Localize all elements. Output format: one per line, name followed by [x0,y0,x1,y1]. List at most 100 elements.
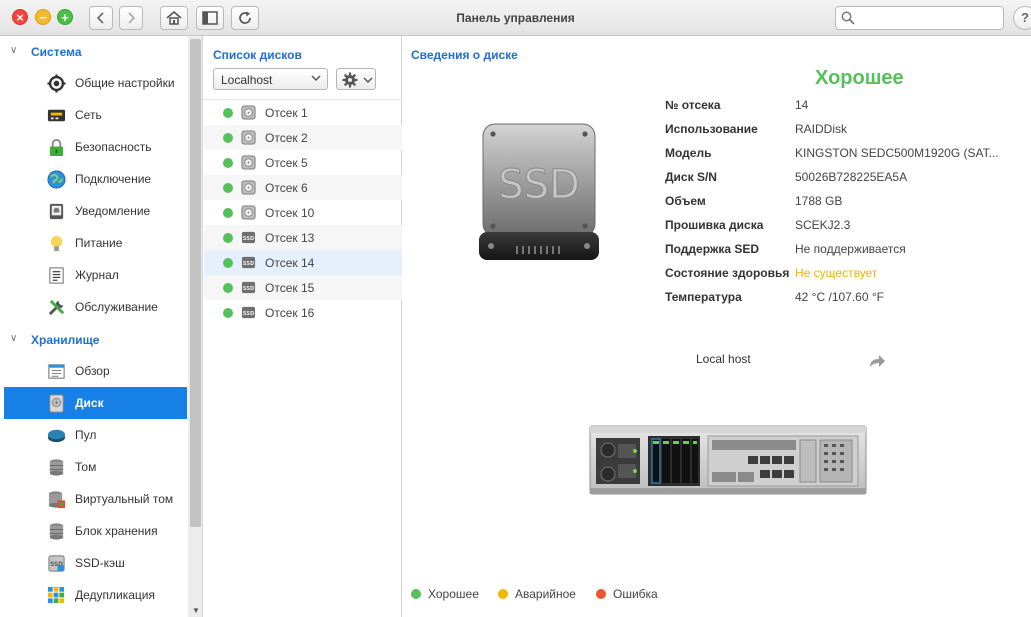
scrollbar-thumb[interactable] [190,39,201,527]
host-label: Local host [696,352,751,366]
toggle-sidebar-button[interactable] [196,6,224,30]
disk-info-key: Прошивка диска [665,218,764,232]
disk-row-label: Отсек 16 [265,306,315,320]
sidebar-item-disk[interactable]: Диск [4,387,187,419]
ssd-label: SSD [498,162,580,208]
disk-row[interactable]: Отсек 6 [204,175,402,200]
home-button[interactable] [160,6,188,30]
disk-info-row: Поддержка SED Не поддерживается [665,242,1025,260]
sidebar-item-label: Уведомление [75,204,151,218]
redirect-arrow-icon[interactable] [868,353,886,369]
back-button[interactable] [89,6,113,30]
svg-text:SSD: SSD [243,261,254,267]
disk-row[interactable]: Отсек 1 [204,100,402,125]
disk-row[interactable]: Отсек 10 [204,200,402,225]
disk-info-row: Диск S/N 50026B728225EA5A [665,170,1025,188]
sidebar-item-connection[interactable]: Подключение [4,163,187,195]
sidebar-item-power[interactable]: Питание [4,227,187,259]
search-icon [841,11,855,25]
sidebar-item-virtual-volume[interactable]: Виртуальный том [4,483,187,515]
sidebar-item-log[interactable]: Журнал [4,259,187,291]
hdd-icon [241,180,256,195]
scroll-down-arrow-icon[interactable]: ▼ [192,606,200,615]
disk-info-key: Поддержка SED [665,242,760,256]
close-window-button[interactable]: × [12,9,28,25]
sidebar-item-overview[interactable]: Обзор [4,355,187,387]
disk-info-key: Модель [665,146,712,160]
virtual-volume-icon [48,491,66,509]
minimize-window-button[interactable]: − [35,9,51,25]
ssd-cache-icon: SSD [48,555,65,572]
sidebar-item-storage-block[interactable]: Блок хранения [4,515,187,547]
sidebar-section-storage[interactable]: ∨ Хранилище [0,326,188,352]
sidebar-item-notification[interactable]: Уведомление [4,195,187,227]
disk-row[interactable]: SSD Отсек 16 [204,300,402,325]
legend-label: Аварийное [515,587,576,601]
disk-info-value: Не поддерживается [795,242,906,256]
disk-row[interactable]: SSD Отсек 13 [204,225,402,250]
disk-row[interactable]: SSD Отсек 15 [204,275,402,300]
sidebar-item-maintenance[interactable]: Обслуживание [4,291,187,323]
ssd-drive-icon: SSD [479,123,599,260]
status-dot-good [223,133,233,143]
status-dot-good [223,158,233,168]
disk-info-row: Объем 1788 GB [665,194,1025,212]
chevron-right-icon [128,12,136,24]
disk-row[interactable]: SSD Отсек 14 [204,250,402,275]
globe-icon [47,170,66,189]
disk-info-key: Диск S/N [665,170,717,184]
sidebar-item-label: Сеть [75,108,102,122]
disk-info-value: 50026B728225EA5A [795,170,908,184]
disk-row-label: Отсек 6 [265,181,308,195]
disk-row[interactable]: Отсек 5 [204,150,402,175]
ssd-icon: SSD [241,231,256,244]
padlock-icon [49,138,64,157]
svg-text:SSD: SSD [243,286,254,292]
disk-info-key: Объем [665,194,706,208]
sidebar-item-label: Подключение [75,172,152,186]
help-button[interactable]: ? [1013,6,1031,30]
sidebar-item-label: Безопасность [75,140,152,154]
sidebar-section-system[interactable]: ∨ Система [0,38,188,64]
sidebar-item-pool[interactable]: Пул [4,419,187,451]
disk-info-key: Использование [665,122,758,136]
search-box[interactable] [835,6,1004,30]
refresh-button[interactable] [231,6,259,30]
disk-row-label: Отсек 2 [265,131,308,145]
disk-list-panel: Список дисков Localhost Отсек 1 Отсек 2 От… [204,36,402,617]
forward-button[interactable] [119,6,143,30]
maximize-window-button[interactable]: + [57,9,73,25]
hdd-icon [241,205,256,220]
storage-block-icon [49,523,64,540]
disk-info-row: Состояние здоровья Не существует [665,266,1025,284]
chevron-down-icon: ∨ [10,45,18,56]
hdd-icon [241,130,256,145]
status-dot-warning [498,589,508,599]
disk-info-row: Прошивка диска SCEKJ2.3 [665,218,1025,236]
disk-row-label: Отсек 14 [265,256,315,270]
sidebar-item-network[interactable]: Сеть [4,99,187,131]
hdd-icon [241,105,256,120]
disk-info-value: KINGSTON SEDC500M1920G (SAT... [795,146,999,160]
sidebar-item-security[interactable]: Безопасность [4,131,187,163]
maximize-icon: + [61,10,69,25]
disk-info-value: 1788 GB [795,194,843,208]
disk-actions-button[interactable] [336,68,376,90]
sidebar-scrollbar[interactable]: ▼ [188,36,202,617]
sidebar-item-volume[interactable]: Том [4,451,187,483]
disk-info-row: Модель KINGSTON SEDC500M1920G (SAT... [665,146,1025,164]
disk-info-value: SCEKJ2.3 [795,218,851,232]
search-input[interactable] [858,10,998,26]
sidebar-item-ssd-cache[interactable]: SSD SSD-кэш [4,547,187,579]
sidebar-item-deduplication[interactable]: Дедупликация [4,579,187,611]
host-select[interactable]: Localhost [213,68,328,90]
disk-row[interactable]: Отсек 2 [204,125,402,150]
sidebar-item-label: Том [75,460,97,474]
sidebar-item-general-settings[interactable]: Общие настройки [4,67,187,99]
disk-row-label: Отсек 13 [265,231,315,245]
pool-icon [47,429,66,443]
hdd-icon [241,155,256,170]
chevron-down-icon [311,75,321,82]
disk-info-row: Использование RAIDDisk [665,122,1025,140]
log-icon [49,267,64,284]
